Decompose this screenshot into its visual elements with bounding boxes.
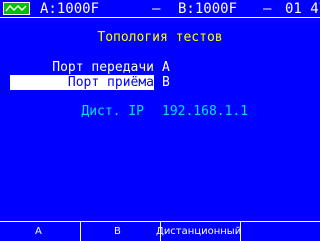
softkey-remote[interactable]: Дистанционный xyxy=(156,225,241,238)
status-separator: – xyxy=(263,1,272,17)
softkey-divider xyxy=(240,222,241,241)
status-separator: – xyxy=(152,1,161,17)
port-a-status: A:1000F xyxy=(40,1,100,17)
status-bar: A:1000F – B:1000F – 01 47 xyxy=(0,0,320,18)
softkey-b[interactable]: B xyxy=(114,225,121,238)
activity-icon xyxy=(3,2,30,15)
port-b-status: B:1000F xyxy=(178,1,238,17)
tx-port-label[interactable]: Порт передачи xyxy=(52,60,154,75)
softkey-divider xyxy=(80,222,81,241)
softkey-bar: A B Дистанционный xyxy=(0,221,320,241)
remote-ip-value: 192.168.1.1 xyxy=(162,104,249,119)
softkey-a[interactable]: A xyxy=(35,225,42,238)
clock: 01 47 xyxy=(285,1,320,17)
rx-port-label[interactable]: Порт приёма xyxy=(68,75,154,90)
remote-ip-label: Дист. IP xyxy=(81,104,144,119)
page-title: Топология тестов xyxy=(97,30,223,45)
rx-port-value[interactable]: B xyxy=(162,75,170,90)
tx-port-value[interactable]: A xyxy=(162,60,170,75)
